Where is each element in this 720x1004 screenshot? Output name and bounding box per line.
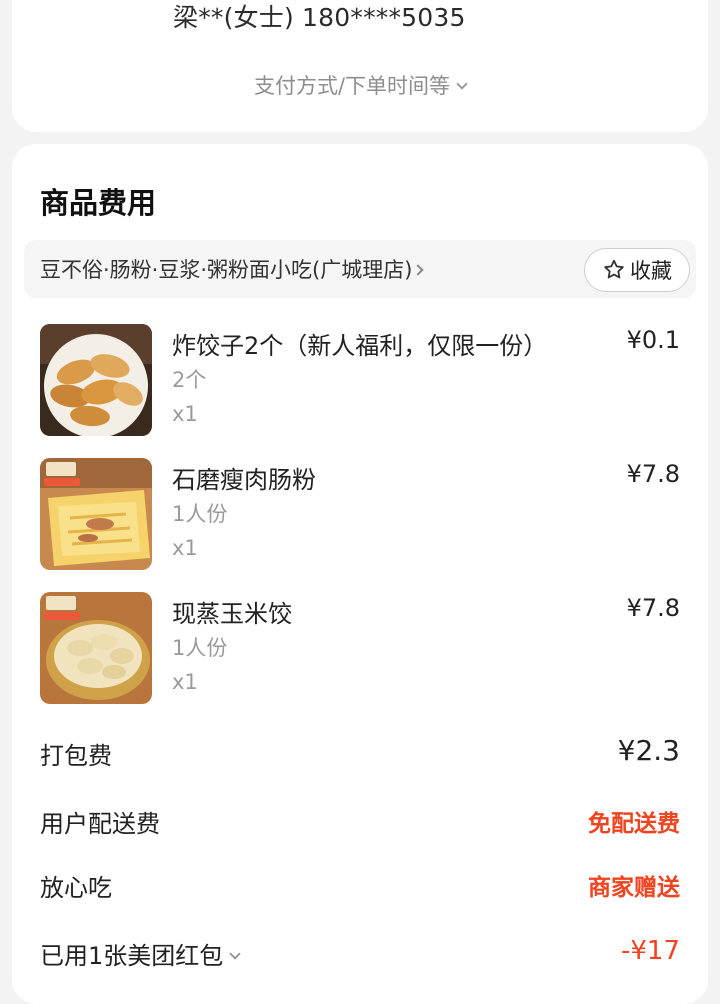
fee-row-packaging: 打包费 ¥2.3 bbox=[40, 734, 680, 776]
item-name: 炸饺子2个（新人福利，仅限一份） bbox=[172, 332, 548, 360]
item-price: ¥0.1 bbox=[626, 326, 680, 354]
fee-row-insurance: 放心吃 商家赠送 bbox=[40, 868, 680, 908]
star-outline-icon bbox=[604, 259, 624, 279]
order-info-card: 梁**(女士) 180****5035 支付方式/下单时间等 bbox=[12, 0, 708, 132]
item-spec: 2个 bbox=[172, 368, 207, 392]
chevron-down-icon bbox=[229, 948, 241, 960]
item-spec: 1人份 bbox=[172, 636, 228, 660]
item-image bbox=[40, 324, 152, 436]
section-title: 商品费用 bbox=[40, 186, 157, 220]
fee-row-coupon[interactable]: 已用1张美团红包 -¥17 bbox=[40, 936, 680, 976]
favorite-button[interactable]: 收藏 bbox=[584, 248, 690, 292]
item-name: 现蒸玉米饺 bbox=[172, 600, 292, 628]
fee-label: 已用1张美团红包 bbox=[40, 942, 224, 970]
item-quantity: x1 bbox=[172, 402, 198, 426]
list-item[interactable]: 石磨瘦肉肠粉 1人份 x1 ¥7.8 bbox=[40, 458, 680, 570]
fee-row-delivery: 用户配送费 免配送费 bbox=[40, 804, 680, 844]
shop-bar: 豆不俗·肠粉·豆浆·粥粉面小吃(广城理店) 收藏 bbox=[24, 240, 696, 298]
fee-value: 免配送费 bbox=[588, 811, 680, 837]
list-item[interactable]: 现蒸玉米饺 1人份 x1 ¥7.8 bbox=[40, 592, 680, 704]
item-quantity: x1 bbox=[172, 536, 198, 560]
item-image bbox=[40, 458, 152, 570]
coupon-toggle[interactable]: 已用1张美团红包 bbox=[40, 936, 241, 971]
favorite-label: 收藏 bbox=[630, 259, 672, 283]
item-spec: 1人份 bbox=[172, 502, 228, 526]
list-item[interactable]: 炸饺子2个（新人福利，仅限一份） 2个 x1 ¥0.1 bbox=[40, 324, 680, 436]
item-image bbox=[40, 592, 152, 704]
fee-value: ¥2.3 bbox=[617, 734, 680, 767]
item-quantity: x1 bbox=[172, 670, 198, 694]
item-price: ¥7.8 bbox=[626, 460, 680, 488]
contact-info: 梁**(女士) 180****5035 bbox=[173, 3, 466, 32]
goods-cost-card: 商品费用 豆不俗·肠粉·豆浆·粥粉面小吃(广城理店) 收藏 炸饺子2个（新人福利… bbox=[12, 144, 708, 1004]
chevron-down-icon bbox=[456, 78, 468, 90]
more-info-label: 支付方式/下单时间等 bbox=[253, 74, 451, 98]
item-price: ¥7.8 bbox=[626, 594, 680, 622]
shop-name: 豆不俗·肠粉·豆浆·粥粉面小吃(广城理店) bbox=[40, 258, 413, 282]
chevron-right-icon bbox=[412, 264, 425, 276]
fee-label: 放心吃 bbox=[40, 874, 112, 902]
more-info-toggle[interactable]: 支付方式/下单时间等 bbox=[12, 70, 708, 100]
fee-value: 商家赠送 bbox=[588, 875, 680, 901]
shop-link[interactable]: 豆不俗·肠粉·豆浆·粥粉面小吃(广城理店) bbox=[40, 254, 425, 284]
fee-value: -¥17 bbox=[620, 936, 680, 966]
fee-label: 打包费 bbox=[40, 742, 112, 770]
fee-label: 用户配送费 bbox=[40, 810, 160, 838]
item-name: 石磨瘦肉肠粉 bbox=[172, 466, 316, 494]
